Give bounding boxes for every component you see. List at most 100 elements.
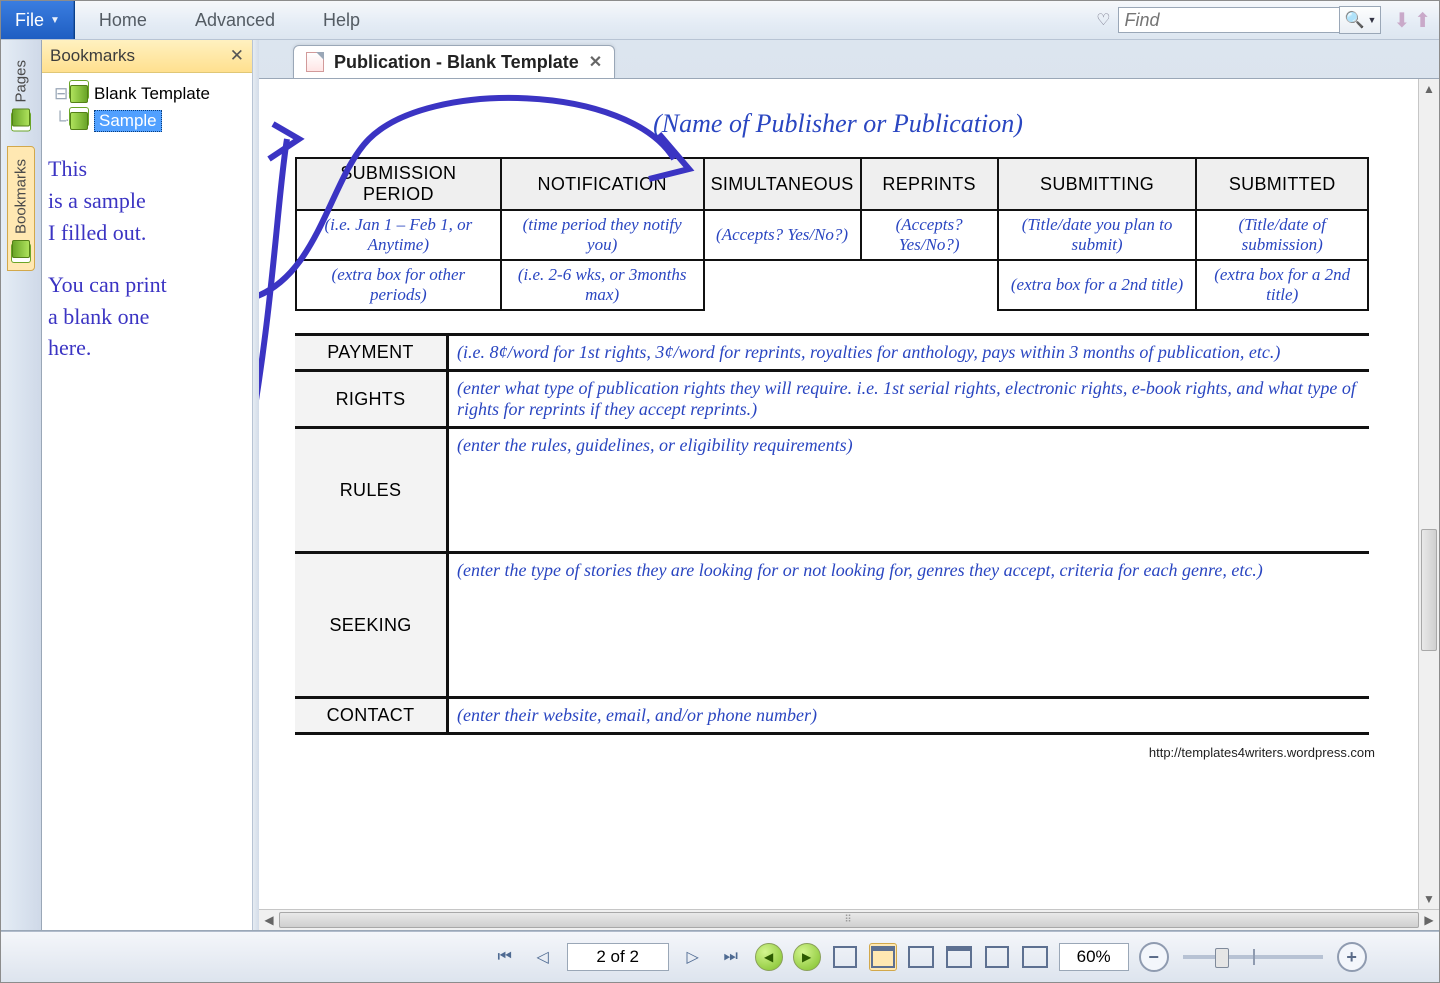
nav-forward-button[interactable]: ▶ bbox=[793, 943, 821, 971]
vertical-scrollbar[interactable]: ▲ ▼ bbox=[1418, 79, 1439, 909]
help-menu[interactable]: Help bbox=[299, 1, 384, 39]
favorite-icon[interactable]: ♡ bbox=[1088, 1, 1118, 39]
find-box: 🔍 ▼ bbox=[1118, 5, 1381, 35]
side-tab-pages[interactable]: Pages bbox=[7, 47, 35, 140]
bookmark-label: Blank Template bbox=[94, 84, 210, 104]
dropdown-icon: ▼ bbox=[1367, 15, 1376, 25]
zoom-in-button[interactable]: + bbox=[1337, 942, 1367, 972]
document-area: Publication - Blank Template ✕ (Name of … bbox=[259, 40, 1439, 930]
prev-page-button[interactable]: ◁ bbox=[529, 943, 557, 971]
detail-value: (enter the rules, guidelines, or eligibi… bbox=[448, 428, 1370, 553]
grid-cell: (Accepts? Yes/No?) bbox=[704, 210, 861, 260]
document-page: (Name of Publisher or Publication) SUBMI… bbox=[271, 91, 1405, 897]
bookmark-icon bbox=[70, 85, 88, 103]
nav-down-icon[interactable]: ⬇ bbox=[1393, 8, 1410, 33]
scroll-down-icon[interactable]: ▼ bbox=[1419, 889, 1439, 909]
bookmark-icon bbox=[70, 112, 88, 130]
bookmark-label: Sample bbox=[94, 110, 162, 132]
note-line: a blank one bbox=[48, 301, 246, 333]
find-input[interactable] bbox=[1118, 7, 1339, 33]
bookmarks-icon bbox=[12, 240, 30, 258]
note-line: I filled out. bbox=[48, 217, 246, 249]
grid-cell: (i.e. Jan 1 – Feb 1, or Anytime) bbox=[296, 210, 501, 260]
zoom-out-button[interactable]: − bbox=[1139, 942, 1169, 972]
col-header: NOTIFICATION bbox=[501, 158, 704, 210]
col-header: SUBMITTING bbox=[998, 158, 1197, 210]
detail-label: RULES bbox=[295, 428, 448, 553]
bookmarks-title: Bookmarks bbox=[50, 46, 135, 66]
detail-value: (enter what type of publication rights t… bbox=[448, 371, 1370, 428]
col-header: SUBMITTED bbox=[1196, 158, 1368, 210]
grid-cell: (extra box for a 2nd title) bbox=[998, 260, 1197, 310]
col-header: REPRINTS bbox=[861, 158, 998, 210]
continuous-facing-view-button[interactable] bbox=[945, 943, 973, 971]
detail-label: PAYMENT bbox=[295, 335, 448, 371]
grid-cell: (Title/date you plan to submit) bbox=[998, 210, 1197, 260]
scroll-up-icon[interactable]: ▲ bbox=[1419, 79, 1439, 99]
pages-icon bbox=[12, 109, 30, 127]
detail-value: (enter the type of stories they are look… bbox=[448, 553, 1370, 698]
side-tab-bookmarks[interactable]: Bookmarks bbox=[7, 146, 35, 271]
horizontal-scrollbar[interactable]: ◀ ⠿ ▶ bbox=[259, 909, 1439, 930]
zoom-slider[interactable] bbox=[1183, 955, 1323, 959]
detail-value: (i.e. 8¢/word for 1st rights, 3¢/word fo… bbox=[448, 335, 1370, 371]
bookmark-item[interactable]: └┈ Sample bbox=[48, 107, 246, 135]
grid-cell: (time period they notify you) bbox=[501, 210, 704, 260]
zoom-level[interactable]: 60% bbox=[1059, 943, 1129, 971]
last-page-button[interactable]: ⏭ bbox=[717, 943, 745, 971]
fit-width-button[interactable] bbox=[1021, 943, 1049, 971]
bookmark-tree: ⊟┈ Blank Template └┈ Sample bbox=[42, 73, 252, 143]
bookmarks-panel: Bookmarks ✕ ⊟┈ Blank Template └┈ Sample … bbox=[42, 40, 253, 930]
slider-tick bbox=[1253, 949, 1255, 965]
home-menu[interactable]: Home bbox=[75, 1, 171, 39]
file-menu[interactable]: File ▼ bbox=[1, 1, 75, 39]
first-page-button[interactable]: ⏮ bbox=[491, 943, 519, 971]
search-button[interactable]: 🔍 ▼ bbox=[1339, 6, 1381, 34]
close-panel-icon[interactable]: ✕ bbox=[230, 46, 244, 66]
advanced-menu[interactable]: Advanced bbox=[171, 1, 299, 39]
note-line: You can print bbox=[48, 269, 246, 301]
next-page-button[interactable]: ▷ bbox=[679, 943, 707, 971]
search-icon: 🔍 bbox=[1345, 10, 1365, 30]
publication-title: (Name of Publisher or Publication) bbox=[271, 109, 1405, 139]
nav-up-icon[interactable]: ⬆ bbox=[1414, 8, 1431, 33]
facing-view-button[interactable] bbox=[907, 943, 935, 971]
scroll-grip-icon: ⠿ bbox=[844, 915, 853, 926]
pdf-file-icon bbox=[306, 52, 324, 72]
detail-label: RIGHTS bbox=[295, 371, 448, 428]
bookmark-item[interactable]: ⊟┈ Blank Template bbox=[48, 81, 246, 107]
status-bar: ⏮ ◁ 2 of 2 ▷ ⏭ ◀ ▶ 60% − + bbox=[1, 931, 1439, 982]
grid-cell: (Title/date of submission) bbox=[1196, 210, 1368, 260]
scroll-thumb[interactable]: ⠿ bbox=[279, 912, 1419, 928]
menubar: File ▼ Home Advanced Help ♡ 🔍 ▼ ⬇ ⬆ bbox=[1, 1, 1439, 40]
page-indicator[interactable]: 2 of 2 bbox=[567, 943, 669, 971]
fit-page-button[interactable] bbox=[983, 943, 1011, 971]
nav-back-button[interactable]: ◀ bbox=[755, 943, 783, 971]
document-viewport[interactable]: (Name of Publisher or Publication) SUBMI… bbox=[259, 78, 1439, 909]
footer-url: http://templates4writers.wordpress.com bbox=[271, 745, 1375, 760]
side-tab-label: Bookmarks bbox=[13, 159, 30, 234]
note-line: This bbox=[48, 153, 246, 185]
detail-label: CONTACT bbox=[295, 698, 448, 734]
grid-empty bbox=[861, 260, 998, 310]
close-tab-icon[interactable]: ✕ bbox=[589, 52, 602, 72]
handwritten-note: This is a sample I filled out. You can p… bbox=[42, 143, 252, 374]
dropdown-icon: ▼ bbox=[50, 15, 60, 26]
single-page-view-button[interactable] bbox=[831, 943, 859, 971]
scroll-thumb[interactable] bbox=[1421, 529, 1437, 651]
detail-label: SEEKING bbox=[295, 553, 448, 698]
continuous-view-button[interactable] bbox=[869, 943, 897, 971]
slider-knob[interactable] bbox=[1215, 948, 1229, 968]
grid-cell: (extra box for other periods) bbox=[296, 260, 501, 310]
scroll-track[interactable]: ⠿ bbox=[279, 910, 1419, 930]
submission-grid: SUBMISSION PERIOD NOTIFICATION SIMULTANE… bbox=[295, 157, 1369, 311]
document-tab[interactable]: Publication - Blank Template ✕ bbox=[293, 45, 615, 78]
details-table: PAYMENT (i.e. 8¢/word for 1st rights, 3¢… bbox=[295, 333, 1369, 735]
side-tab-strip: Pages Bookmarks bbox=[1, 40, 42, 930]
grid-cell: (Accepts? Yes/No?) bbox=[861, 210, 998, 260]
scroll-right-icon[interactable]: ▶ bbox=[1419, 913, 1439, 927]
side-tab-label: Pages bbox=[13, 60, 30, 103]
note-line: here. bbox=[48, 332, 246, 364]
grid-cell: (i.e. 2-6 wks, or 3months max) bbox=[501, 260, 704, 310]
scroll-left-icon[interactable]: ◀ bbox=[259, 913, 279, 927]
